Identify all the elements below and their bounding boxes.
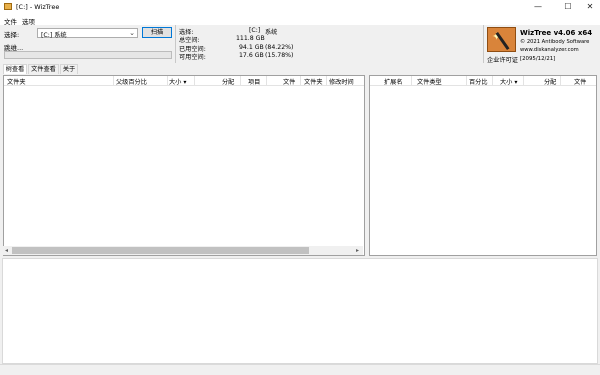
- maximize-button[interactable]: ☐: [556, 0, 580, 14]
- scan-button[interactable]: 扫描: [142, 27, 172, 38]
- column-size[interactable]: 大小 ▾: [500, 77, 517, 86]
- extension-pane[interactable]: 扩展名 文件类型 百分比 大小 ▾ 分配 文件: [369, 75, 597, 256]
- menu-file[interactable]: 文件: [4, 16, 17, 26]
- info-total-value: 111.8 GB: [236, 35, 265, 42]
- scroll-left-icon[interactable]: ◂: [5, 246, 8, 255]
- info-drive-name: 系统: [265, 29, 278, 36]
- drive-select[interactable]: [C:] 系统 ⌄: [37, 28, 138, 39]
- scrollbar-thumb[interactable]: [12, 247, 309, 254]
- horizontal-scrollbar[interactable]: ◂ ▸: [3, 246, 363, 255]
- title-bar: [C:] - WizTree — ☐ ✕: [0, 0, 600, 14]
- extension-header: 扩展名 文件类型 百分比 大小 ▾ 分配 文件: [370, 76, 596, 86]
- column-allocated[interactable]: 分配: [544, 77, 556, 86]
- column-size[interactable]: 大小 ▾: [169, 77, 186, 86]
- column-separator[interactable]: [300, 76, 301, 86]
- wizard-wand-logo: ✦: [487, 27, 516, 52]
- column-separator[interactable]: [560, 76, 561, 86]
- drive-select-value: [C:] 系统: [41, 32, 67, 39]
- column-separator[interactable]: [326, 76, 327, 86]
- select-label: 选择:: [4, 31, 20, 39]
- tree-header: 文件夹 父级百分比 大小 ▾ 分配 项目 文件 文件夹 修改时间: [4, 76, 364, 86]
- column-modified[interactable]: 修改时间: [329, 77, 354, 86]
- status-bar: [0, 364, 600, 375]
- app-icon: [4, 3, 12, 10]
- info-free-value: 17.6 GB: [239, 52, 264, 59]
- chevron-down-icon: ⌄: [129, 29, 135, 37]
- window-title: [C:] - WizTree: [16, 3, 60, 11]
- column-parent-percent[interactable]: 父级百分比: [116, 77, 147, 86]
- minimize-button[interactable]: —: [526, 0, 550, 14]
- info-drive-value: [C:]: [249, 27, 261, 34]
- column-folders[interactable]: 文件夹: [304, 77, 323, 86]
- column-separator[interactable]: [113, 76, 114, 86]
- tab-tree-view[interactable]: 树查看: [3, 64, 27, 74]
- divider: [483, 25, 484, 63]
- license-label: 企业许可证: [487, 57, 518, 64]
- app-version: WizTree v4.06 x64: [520, 29, 593, 37]
- copyright: © 2021 Antibody Software: [520, 39, 590, 45]
- info-used-value: 94.1 GB: [239, 44, 264, 51]
- info-free-percent: (15.78%): [265, 52, 294, 59]
- website-link[interactable]: www.diskanalyzer.com: [520, 47, 579, 53]
- column-separator[interactable]: [194, 76, 195, 86]
- divider: [175, 25, 176, 63]
- column-percent[interactable]: 百分比: [469, 77, 488, 86]
- info-free-label: 可用空间:: [179, 54, 206, 61]
- column-allocated[interactable]: 分配: [222, 77, 234, 86]
- column-file-type[interactable]: 文件类型: [417, 77, 442, 86]
- column-separator[interactable]: [240, 76, 241, 86]
- column-separator[interactable]: [523, 76, 524, 86]
- treemap-area[interactable]: [2, 258, 598, 364]
- close-button[interactable]: ✕: [578, 0, 600, 14]
- column-separator[interactable]: [411, 76, 412, 86]
- menu-bar: 文件 选项: [0, 14, 600, 26]
- column-separator[interactable]: [167, 76, 168, 86]
- column-extension[interactable]: 扩展名: [384, 77, 403, 86]
- tab-about[interactable]: 关于: [60, 64, 78, 74]
- scroll-right-icon[interactable]: ▸: [356, 246, 359, 255]
- column-separator[interactable]: [466, 76, 467, 86]
- info-used-percent: (84.22%): [265, 44, 294, 51]
- info-total-label: 总空间:: [179, 37, 200, 44]
- column-separator[interactable]: [492, 76, 493, 86]
- column-folder[interactable]: 文件夹: [7, 77, 26, 86]
- column-files[interactable]: 文件: [574, 77, 586, 86]
- column-items[interactable]: 项目: [248, 77, 260, 86]
- license-date: [2095/12/21]: [520, 56, 556, 62]
- tree-view-pane[interactable]: 文件夹 父级百分比 大小 ▾ 分配 项目 文件 文件夹 修改时间: [3, 75, 365, 256]
- column-separator[interactable]: [266, 76, 267, 86]
- column-files[interactable]: 文件: [283, 77, 295, 86]
- tab-file-view[interactable]: 文件查看: [28, 64, 59, 74]
- scan-progress-bar: [4, 51, 172, 59]
- menu-options[interactable]: 选项: [22, 16, 35, 26]
